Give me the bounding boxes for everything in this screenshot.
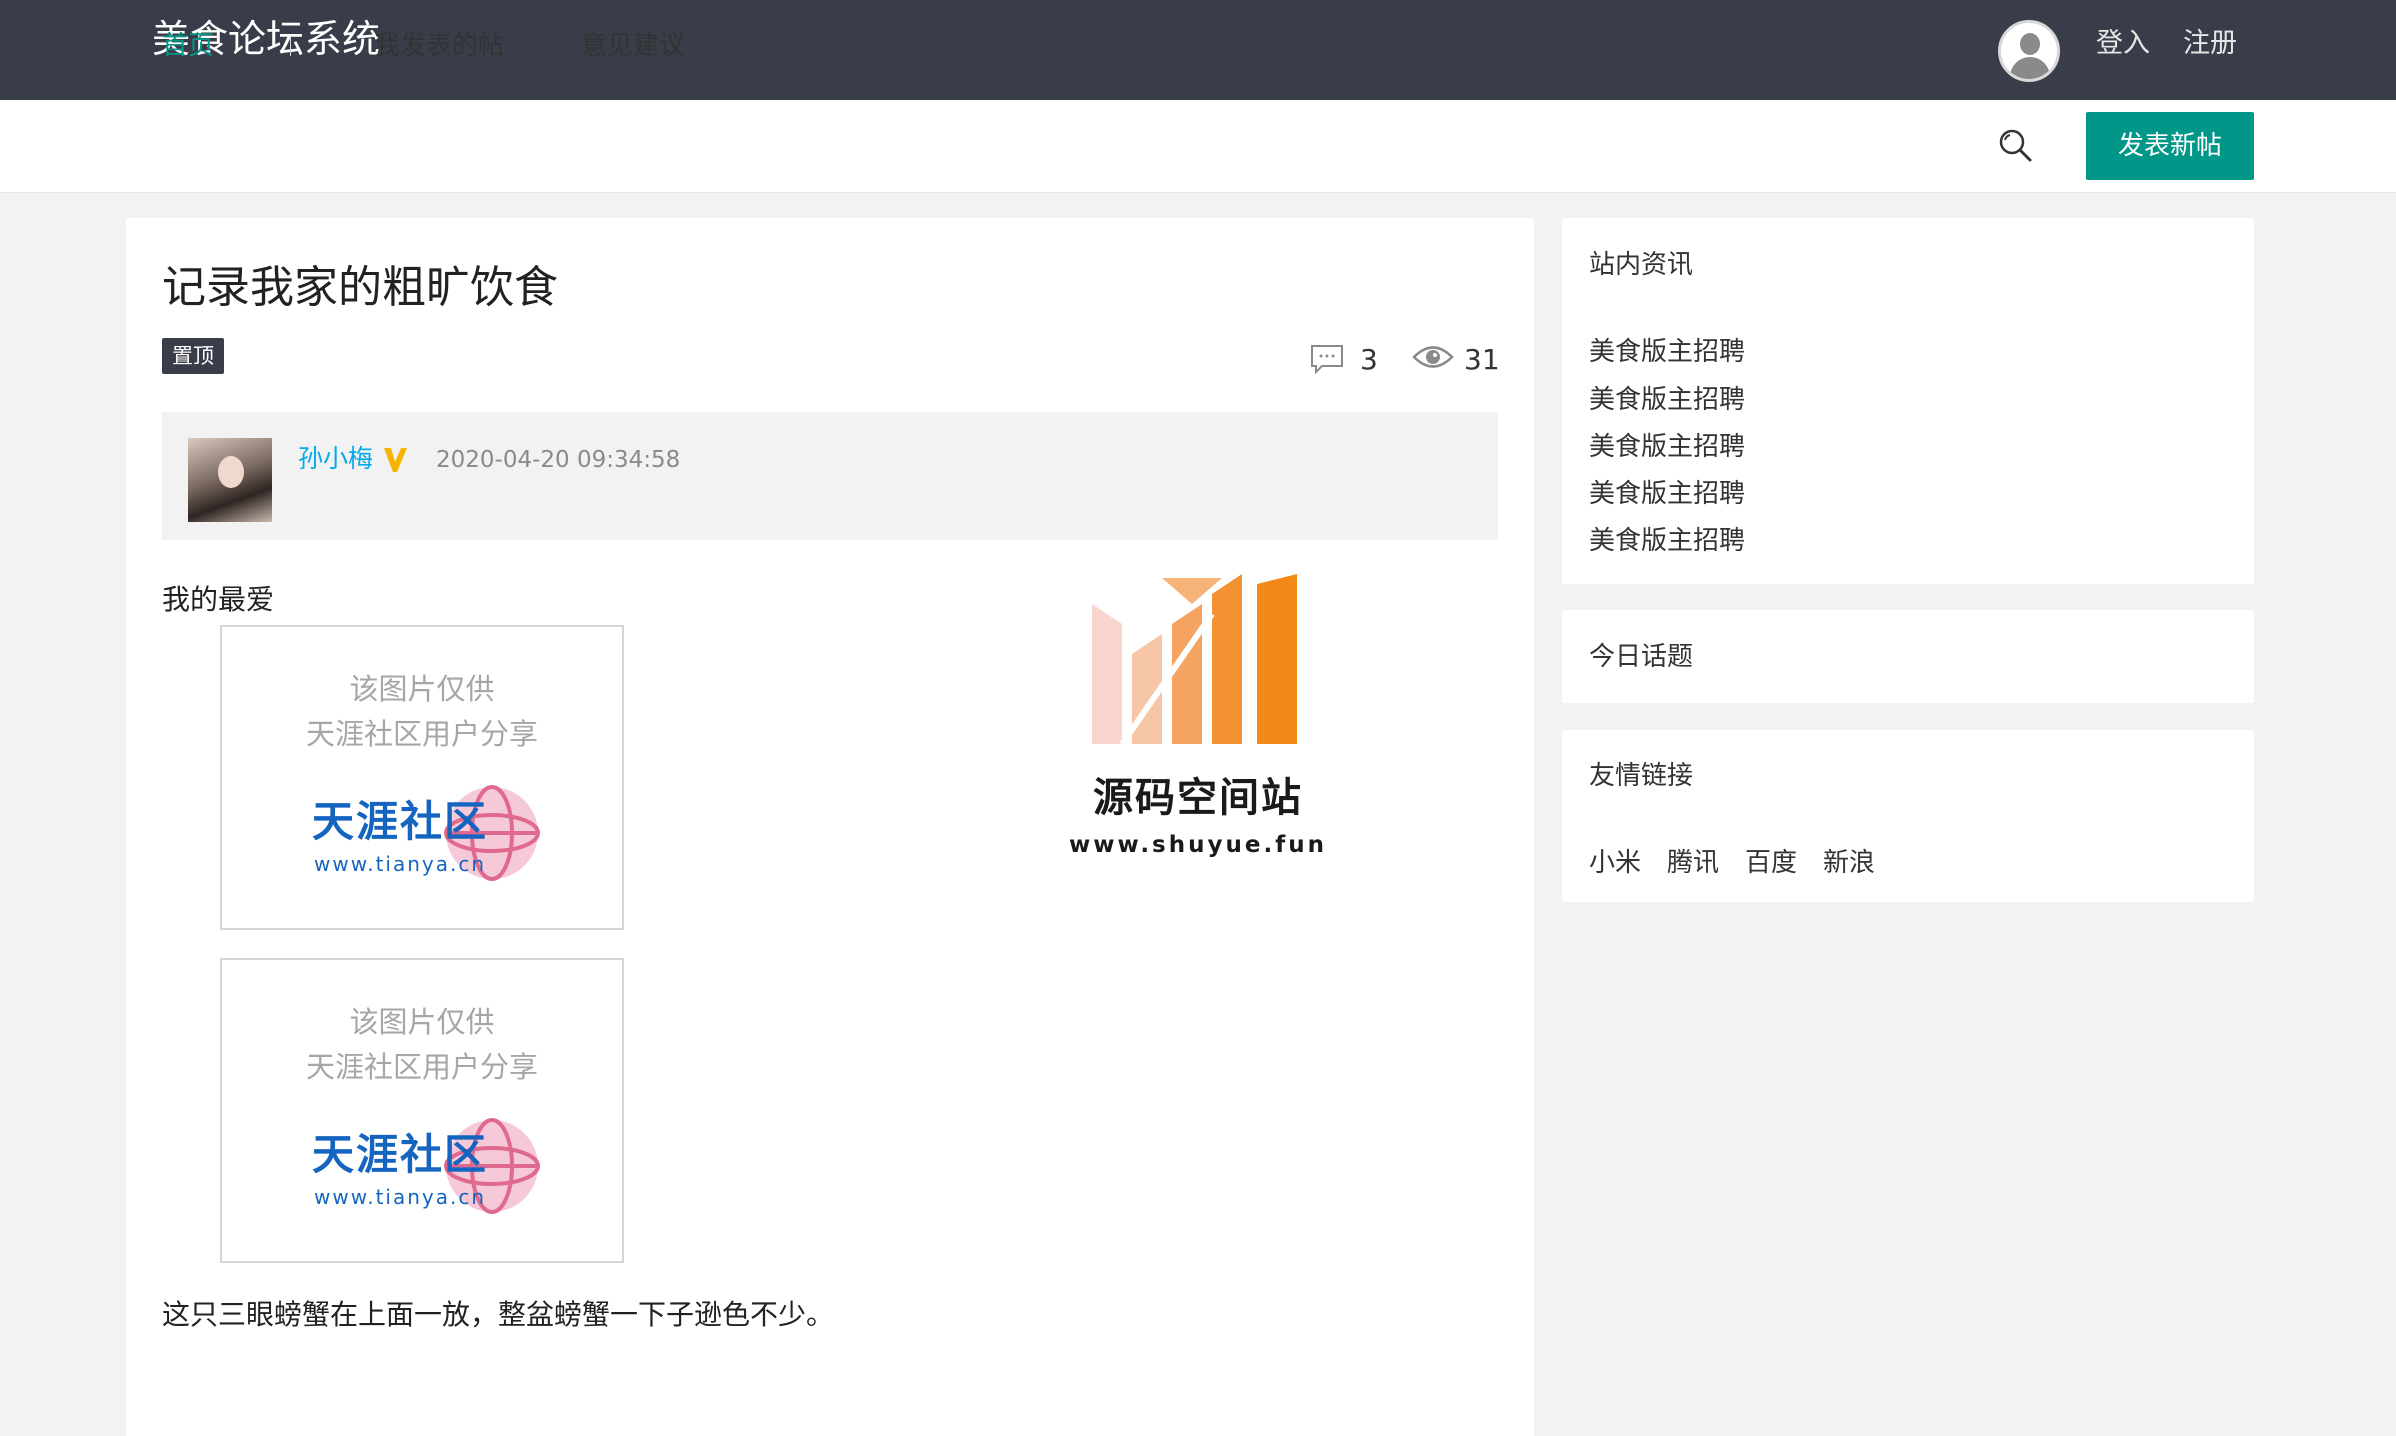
news-item[interactable]: 美食版主招聘 bbox=[1589, 334, 1745, 370]
pinned-badge: 置顶 bbox=[162, 338, 224, 374]
user-avatar-icon[interactable] bbox=[1998, 20, 2060, 82]
post-time: 2020-04-20 09:34:58 bbox=[436, 447, 681, 473]
sidebar-links-heading: 友情链接 bbox=[1589, 761, 1694, 791]
friend-link[interactable]: 小米 bbox=[1589, 845, 1641, 881]
search-icon[interactable] bbox=[1998, 128, 2032, 162]
post-intro-text: 我的最爱 bbox=[162, 583, 275, 616]
login-link[interactable]: 登入 bbox=[2096, 26, 2150, 62]
nav-item-my-posts[interactable]: 我发表的帖 bbox=[374, 28, 504, 64]
friend-link[interactable]: 腾讯 bbox=[1667, 845, 1719, 881]
nav-item-home[interactable]: 首页 bbox=[162, 28, 214, 64]
nav-item-feedback[interactable]: 意见建议 bbox=[581, 28, 685, 64]
post-title: 记录我家的粗旷饮食 bbox=[162, 262, 558, 313]
author-info-box bbox=[162, 412, 1498, 540]
view-count: 31 bbox=[1464, 343, 1500, 376]
verified-v-icon bbox=[384, 448, 407, 472]
sidebar-links-card bbox=[1562, 730, 2254, 902]
nav-bar bbox=[0, 100, 2396, 193]
new-post-button[interactable]: 发表新帖 bbox=[2086, 112, 2254, 180]
sidebar-news-heading: 站内资讯 bbox=[1589, 250, 1694, 280]
register-link[interactable]: 注册 bbox=[2183, 26, 2237, 62]
post-closing-text: 这只三眼螃蟹在上面一放，整盆螃蟹一下子逊色不少。 bbox=[162, 1298, 835, 1331]
post-image[interactable]: 该图片仅供 天涯社区用户分享 天涯社区 www.tianya.cn bbox=[220, 958, 624, 1263]
post-image[interactable]: 该图片仅供 天涯社区用户分享 天涯社区 www.tianya.cn bbox=[220, 625, 624, 930]
tianya-logo: 天涯社区 www.tianya.cn bbox=[312, 1110, 552, 1220]
news-item[interactable]: 美食版主招聘 bbox=[1589, 429, 1745, 465]
news-item[interactable]: 美食版主招聘 bbox=[1589, 382, 1745, 418]
watermark-logo-icon bbox=[1092, 574, 1297, 746]
friend-link[interactable]: 新浪 bbox=[1823, 845, 1875, 881]
tianya-logo: 天涯社区 www.tianya.cn bbox=[312, 777, 552, 887]
watermark-url: www.shuyue.fun bbox=[1069, 832, 1327, 858]
comment-count: 3 bbox=[1360, 343, 1378, 376]
nav-divider bbox=[290, 36, 291, 56]
news-item[interactable]: 美食版主招聘 bbox=[1589, 476, 1745, 512]
eye-icon bbox=[1412, 346, 1454, 368]
watermark-title: 源码空间站 bbox=[1093, 775, 1303, 821]
author-name-link[interactable]: 孙小梅 bbox=[298, 442, 373, 476]
sidebar-topics-heading: 今日话题 bbox=[1589, 642, 1694, 672]
comment-icon bbox=[1311, 345, 1343, 374]
news-item[interactable]: 美食版主招聘 bbox=[1589, 523, 1745, 559]
friend-link[interactable]: 百度 bbox=[1745, 845, 1797, 881]
author-avatar[interactable] bbox=[188, 438, 272, 522]
